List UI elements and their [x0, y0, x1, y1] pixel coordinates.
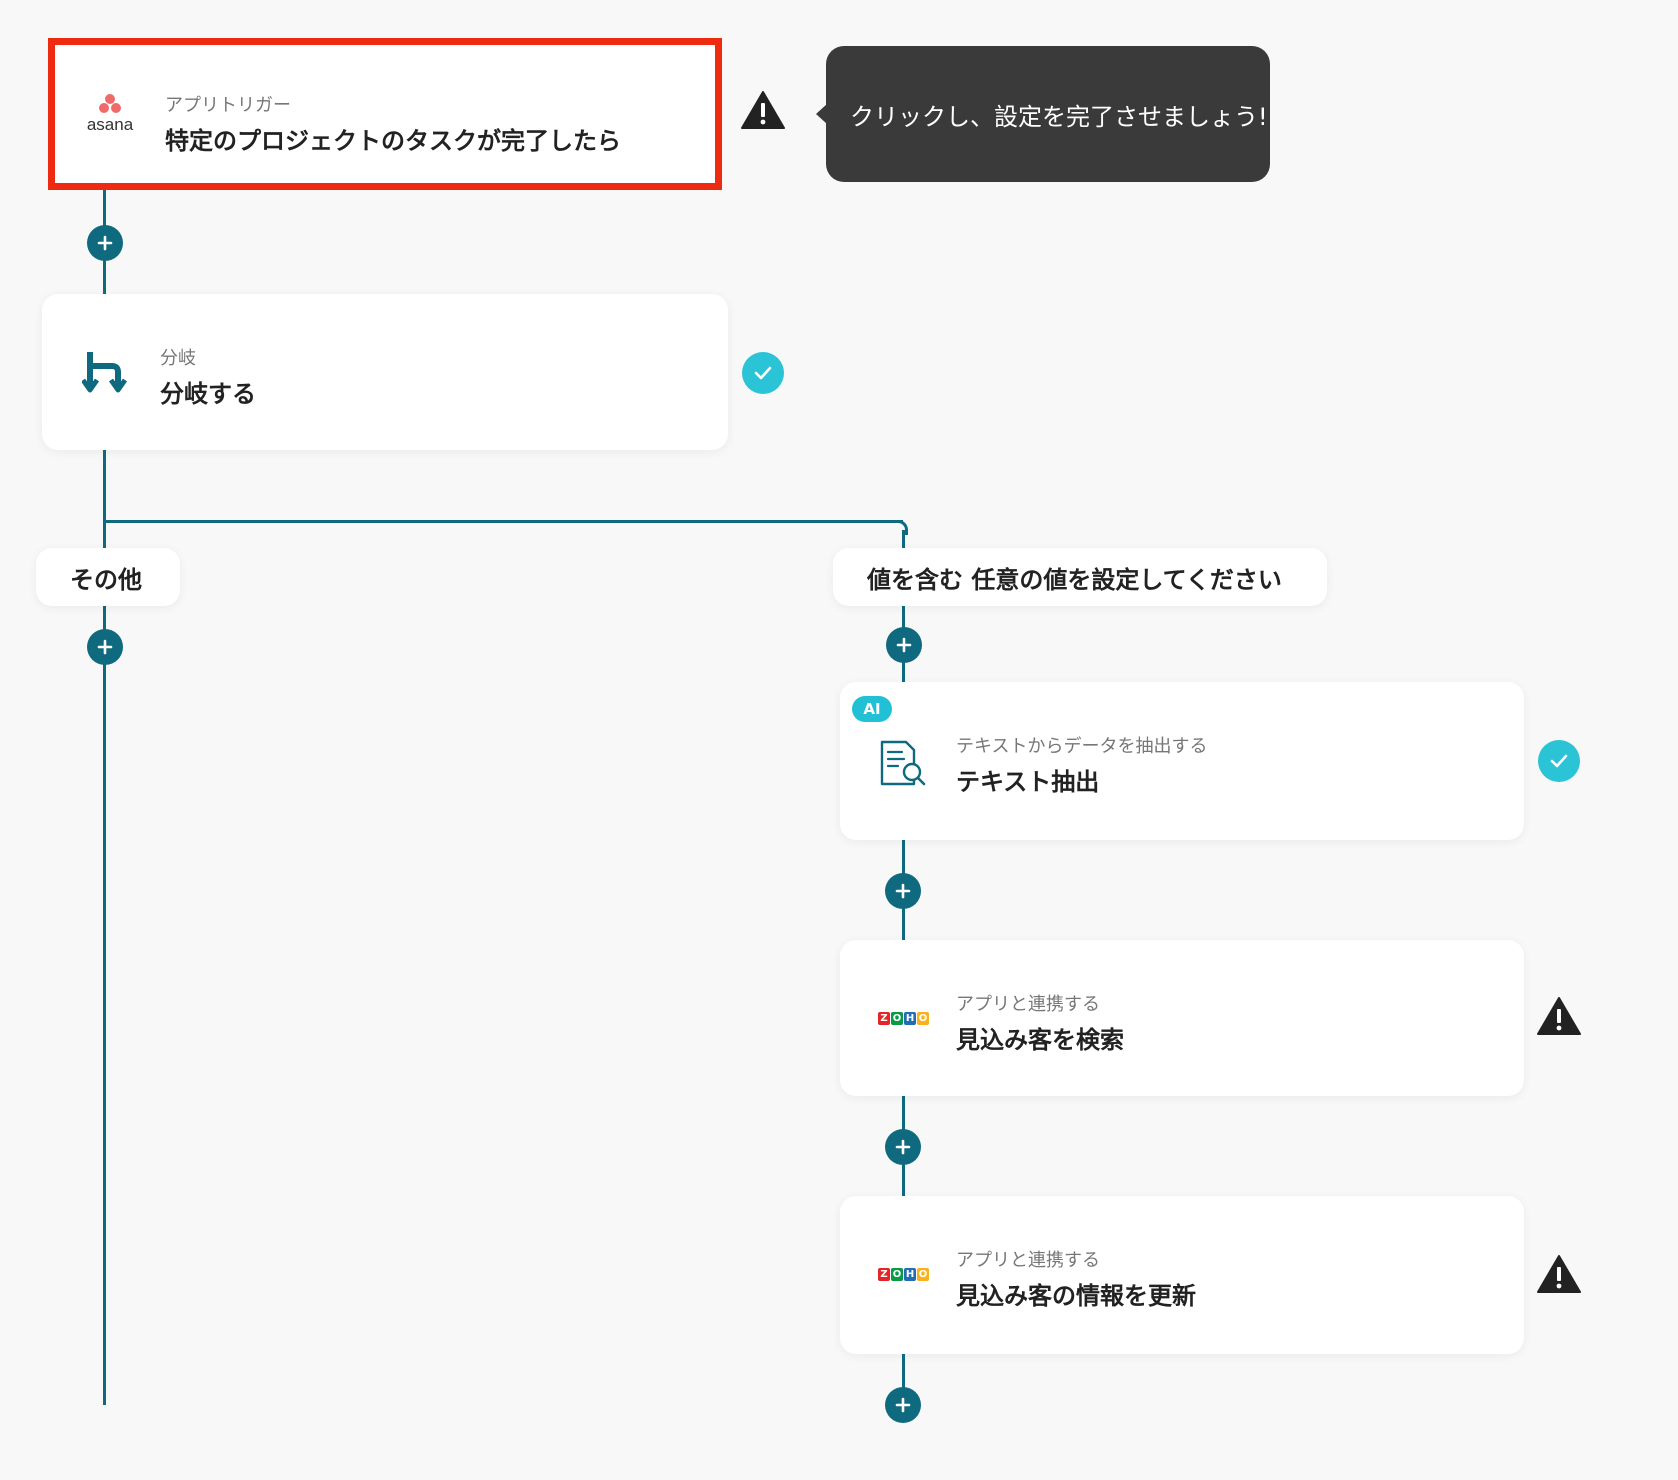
trigger-title: 特定のプロジェクトのタスクが完了したら — [165, 127, 621, 155]
branch-icon — [82, 352, 128, 393]
document-search-icon — [880, 740, 926, 786]
branch-subtitle: 分岐 — [160, 348, 196, 369]
trigger-card[interactable]: asana アプリトリガー 特定のプロジェクトのタスクが完了したら — [48, 38, 722, 190]
plus-icon — [896, 637, 912, 653]
branch-label-condition-text: 値を含む 任意の値を設定してください — [867, 565, 1282, 594]
step-title: 見込み客を検索 — [956, 1026, 1124, 1054]
zoho-letter: O — [917, 1012, 929, 1025]
tooltip-text: クリックし、設定を完了させましょう! — [850, 102, 1268, 131]
warning-icon — [1537, 1255, 1581, 1293]
branch-label-condition[interactable]: 値を含む 任意の値を設定してください — [833, 548, 1327, 606]
zoho-letter: O — [891, 1012, 903, 1025]
plus-icon — [895, 883, 911, 899]
zoho-logo: Z O H O — [878, 1012, 929, 1025]
warning-icon — [1537, 997, 1581, 1035]
step-card-search-lead[interactable]: Z O H O アプリと連携する 見込み客を検索 — [840, 940, 1524, 1096]
add-step-button[interactable] — [885, 1387, 921, 1423]
zoho-letter: H — [904, 1268, 916, 1281]
add-step-button[interactable] — [87, 225, 123, 261]
connector-corner — [893, 520, 908, 535]
plus-icon — [895, 1397, 911, 1413]
branch-label-other[interactable]: その他 — [36, 548, 180, 606]
step-subtitle: テキストからデータを抽出する — [956, 736, 1208, 757]
status-complete — [742, 352, 784, 394]
plus-icon — [97, 639, 113, 655]
branch-label-other-text: その他 — [70, 565, 142, 594]
add-step-button[interactable] — [885, 873, 921, 909]
tooltip: クリックし、設定を完了させましょう! — [826, 46, 1270, 182]
step-card-text-extract[interactable]: AI テキストからデータを抽出する テキスト抽出 — [840, 682, 1524, 840]
status-complete — [1538, 740, 1580, 782]
ai-badge: AI — [852, 696, 892, 722]
check-icon — [754, 366, 772, 380]
plus-icon — [895, 1139, 911, 1155]
asana-logo-text: asana — [86, 115, 134, 134]
warning-icon — [741, 91, 785, 129]
plus-icon — [97, 235, 113, 251]
step-title: 見込み客の情報を更新 — [956, 1282, 1196, 1310]
asana-logo: asana — [75, 91, 145, 141]
step-title: テキスト抽出 — [956, 768, 1100, 796]
step-card-update-lead[interactable]: Z O H O アプリと連携する 見込み客の情報を更新 — [840, 1196, 1524, 1354]
add-step-button[interactable] — [87, 629, 123, 665]
zoho-logo: Z O H O — [878, 1268, 929, 1281]
zoho-letter: Z — [878, 1268, 890, 1281]
zoho-letter: Z — [878, 1012, 890, 1025]
add-step-button[interactable] — [885, 1129, 921, 1165]
trigger-subtitle: アプリトリガー — [165, 95, 291, 116]
branch-card[interactable]: 分岐 分岐する — [42, 294, 728, 450]
add-step-button[interactable] — [886, 627, 922, 663]
check-icon — [1550, 754, 1568, 768]
zoho-letter: O — [891, 1268, 903, 1281]
zoho-letter: H — [904, 1012, 916, 1025]
step-subtitle: アプリと連携する — [956, 1250, 1100, 1271]
step-subtitle: アプリと連携する — [956, 994, 1100, 1015]
branch-title: 分岐する — [160, 380, 256, 408]
zoho-letter: O — [917, 1268, 929, 1281]
connector-line-horizontal — [103, 520, 903, 523]
